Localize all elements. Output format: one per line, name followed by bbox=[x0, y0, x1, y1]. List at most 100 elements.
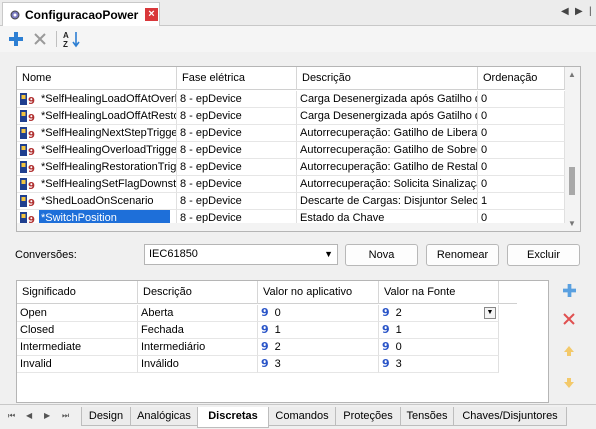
new-button[interactable]: Nova bbox=[345, 244, 418, 266]
grid-cell-order[interactable]: 0 bbox=[478, 108, 565, 125]
grid-cell-phase[interactable]: 8 - epDevice bbox=[177, 176, 297, 193]
strip-next-icon[interactable]: ▶ bbox=[575, 6, 583, 17]
state-cell-desc[interactable]: Inválido bbox=[138, 356, 258, 373]
delete-conversion-button[interactable]: Excluir bbox=[507, 244, 580, 266]
document-tab[interactable]: ConfiguracaoPower × bbox=[2, 2, 160, 26]
grid-cell-phase[interactable]: 8 - epDevice bbox=[177, 142, 297, 159]
grid-cell-desc[interactable]: Carga Desenergizada após Gatilho de bbox=[297, 108, 478, 125]
state-cell-desc[interactable]: Intermediário bbox=[138, 339, 258, 356]
grid-cell-desc[interactable]: Autorrecuperação: Solicita Sinalizaçã bbox=[297, 176, 478, 193]
tab-chaves-disjuntores[interactable]: Chaves/Disjuntores bbox=[453, 407, 567, 426]
col-header-source-value[interactable]: Valor na Fonte bbox=[379, 281, 499, 304]
grid-cell-phase[interactable]: 8 - epDevice bbox=[177, 125, 297, 142]
state-cell-src[interactable]: 93 bbox=[379, 356, 499, 373]
grid-cell-name[interactable]: 9 *SelfHealingLoadOffAtOverl bbox=[17, 91, 177, 108]
grid-cell-phase[interactable]: 8 - epDevice bbox=[177, 159, 297, 176]
state-cell-app[interactable]: 90 bbox=[258, 305, 379, 322]
grid-cell-order[interactable]: 1 bbox=[478, 193, 565, 210]
grid-cell-phase[interactable]: 8 - epDevice bbox=[177, 108, 297, 125]
table-row[interactable]: 9 *SelfHealingOverloadTrigger 8 - epDevice… bbox=[17, 142, 565, 159]
state-cell-meaning[interactable]: Intermediate bbox=[17, 339, 138, 356]
grid-cell-desc[interactable]: Autorrecuperação: Gatilho de Sobrec bbox=[297, 142, 478, 159]
state-cell-app[interactable]: 91 bbox=[258, 322, 379, 339]
grid-cell-name[interactable]: 9 *SelfHealingSetFlagDownstre bbox=[17, 176, 177, 193]
state-cell-desc[interactable]: Fechada bbox=[138, 322, 258, 339]
state-row[interactable]: Open Aberta 9 0 9 2 ▼ bbox=[17, 305, 517, 322]
state-cell-src[interactable]: 90 bbox=[379, 339, 499, 356]
grid-cell-name[interactable]: 9 *SelfHealingLoadOffAtResto bbox=[17, 108, 177, 125]
rename-button[interactable]: Renomear bbox=[426, 244, 499, 266]
col-header-name[interactable]: Nome bbox=[17, 67, 177, 90]
close-tab-button[interactable]: × bbox=[145, 8, 158, 21]
first-tab-icon[interactable]: ⏮ bbox=[8, 411, 15, 421]
horizontal-scrollbar[interactable] bbox=[17, 223, 565, 231]
table-row[interactable]: 9 *ShedLoadOnScenario 8 - epDevice Descarte… bbox=[17, 193, 565, 210]
delete-state-button[interactable] bbox=[559, 309, 579, 329]
point-name: *SelfHealingLoadOffAtOverl bbox=[41, 93, 177, 105]
table-row[interactable]: 9 *SelfHealingSetFlagDownstre 8 - epDevice… bbox=[17, 176, 565, 193]
grid-cell-desc[interactable]: Autorrecuperação: Gatilho de Libera bbox=[297, 125, 478, 142]
grid-cell-order[interactable]: 0 bbox=[478, 142, 565, 159]
move-down-button[interactable] bbox=[559, 373, 579, 393]
col-header-description[interactable]: Descrição bbox=[297, 67, 478, 90]
chevron-down-icon[interactable]: ▼ bbox=[484, 307, 496, 319]
col-header-order[interactable]: Ordenação bbox=[478, 67, 565, 90]
tab-prote-es[interactable]: Proteções bbox=[335, 407, 401, 426]
grid-cell-desc[interactable]: Autorrecuperação: Gatilho de Restab bbox=[297, 159, 478, 176]
state-cell-app[interactable]: 92 bbox=[258, 339, 379, 356]
table-row[interactable]: 9 *SelfHealingNextStepTrigger 8 - epDevice… bbox=[17, 125, 565, 142]
tab-discretas[interactable]: Discretas bbox=[197, 407, 269, 428]
state-cell-app[interactable]: 93 bbox=[258, 356, 379, 373]
state-cell-src[interactable]: 91 bbox=[379, 322, 499, 339]
col-header-app-value[interactable]: Valor no aplicativo bbox=[258, 281, 379, 304]
state-row[interactable]: Intermediate Intermediário 9 2 9 0 bbox=[17, 339, 517, 356]
conversions-select[interactable]: IEC61850 ▼ bbox=[144, 244, 338, 265]
state-cell-src[interactable]: 9 2 ▼ bbox=[379, 305, 499, 322]
scroll-up-icon[interactable]: ▲ bbox=[568, 70, 576, 79]
x-icon bbox=[34, 33, 46, 45]
add-state-button[interactable] bbox=[559, 281, 579, 301]
strip-prev-icon[interactable]: ◀ bbox=[561, 6, 569, 17]
state-row[interactable]: Invalid Inválido 9 3 9 3 bbox=[17, 356, 517, 373]
col-header-phase[interactable]: Fase elétrica bbox=[177, 67, 297, 90]
delete-button[interactable] bbox=[30, 29, 50, 49]
tab-comandos[interactable]: Comandos bbox=[268, 407, 336, 426]
state-row[interactable]: Closed Fechada 9 1 9 1 bbox=[17, 322, 517, 339]
tab-design[interactable]: Design bbox=[81, 407, 131, 426]
grid-cell-name[interactable]: 9 *SelfHealingOverloadTrigger bbox=[17, 142, 177, 159]
state-cell-meaning[interactable]: Invalid bbox=[17, 356, 138, 373]
grid-cell-desc[interactable]: Descarte de Cargas: Disjuntor Seleci bbox=[297, 193, 478, 210]
vertical-scrollbar[interactable]: ▲ ▼ bbox=[565, 67, 580, 231]
grid-cell-phase[interactable]: 8 - epDevice bbox=[177, 193, 297, 210]
grid-cell-phase[interactable]: 8 - epDevice bbox=[177, 91, 297, 108]
last-tab-icon[interactable]: ⏭ bbox=[62, 411, 69, 421]
grid-cell-name[interactable]: 9 *SelfHealingNextStepTrigger bbox=[17, 125, 177, 142]
sort-button[interactable]: A Z bbox=[62, 29, 82, 49]
grid-cell-order[interactable]: 0 bbox=[478, 91, 565, 108]
grid-cell-name[interactable]: 9 *ShedLoadOnScenario bbox=[17, 193, 177, 210]
svg-text:Z: Z bbox=[63, 40, 68, 48]
strip-menu-icon[interactable]: | bbox=[589, 6, 592, 17]
table-row[interactable]: 9 *SelfHealingLoadOffAtOverl 8 - epDevice C… bbox=[17, 91, 565, 108]
move-up-button[interactable] bbox=[559, 341, 579, 361]
tab-anal-gicas[interactable]: Analógicas bbox=[130, 407, 198, 426]
table-row[interactable]: 9 *SelfHealingRestorationTrigg 8 - epDevic… bbox=[17, 159, 565, 176]
tab-tens-es[interactable]: Tensões bbox=[400, 407, 454, 426]
state-cell-meaning[interactable]: Closed bbox=[17, 322, 138, 339]
grid-cell-desc[interactable]: Carga Desenergizada após Gatilho de bbox=[297, 91, 478, 108]
col-header-state-description[interactable]: Descrição bbox=[138, 281, 258, 304]
state-cell-desc[interactable]: Aberta bbox=[138, 305, 258, 322]
table-row[interactable]: 9 *SelfHealingLoadOffAtResto 8 - epDevice C… bbox=[17, 108, 565, 125]
scroll-down-icon[interactable]: ▼ bbox=[568, 219, 576, 228]
grid-cell-name[interactable]: 9 *SelfHealingRestorationTrigg bbox=[17, 159, 177, 176]
grid-cell-order[interactable]: 0 bbox=[478, 159, 565, 176]
next-tab-icon[interactable]: ▶ bbox=[44, 411, 50, 420]
col-header-meaning[interactable]: Significado bbox=[17, 281, 138, 304]
scrollbar-thumb[interactable] bbox=[569, 167, 575, 195]
grid-cell-order[interactable]: 0 bbox=[478, 176, 565, 193]
state-cell-meaning[interactable]: Open bbox=[17, 305, 138, 322]
prev-tab-icon[interactable]: ◀ bbox=[26, 411, 32, 420]
add-button[interactable] bbox=[6, 29, 26, 49]
states-grid: Significado Descrição Valor no aplicativ… bbox=[16, 280, 549, 403]
grid-cell-order[interactable]: 0 bbox=[478, 125, 565, 142]
